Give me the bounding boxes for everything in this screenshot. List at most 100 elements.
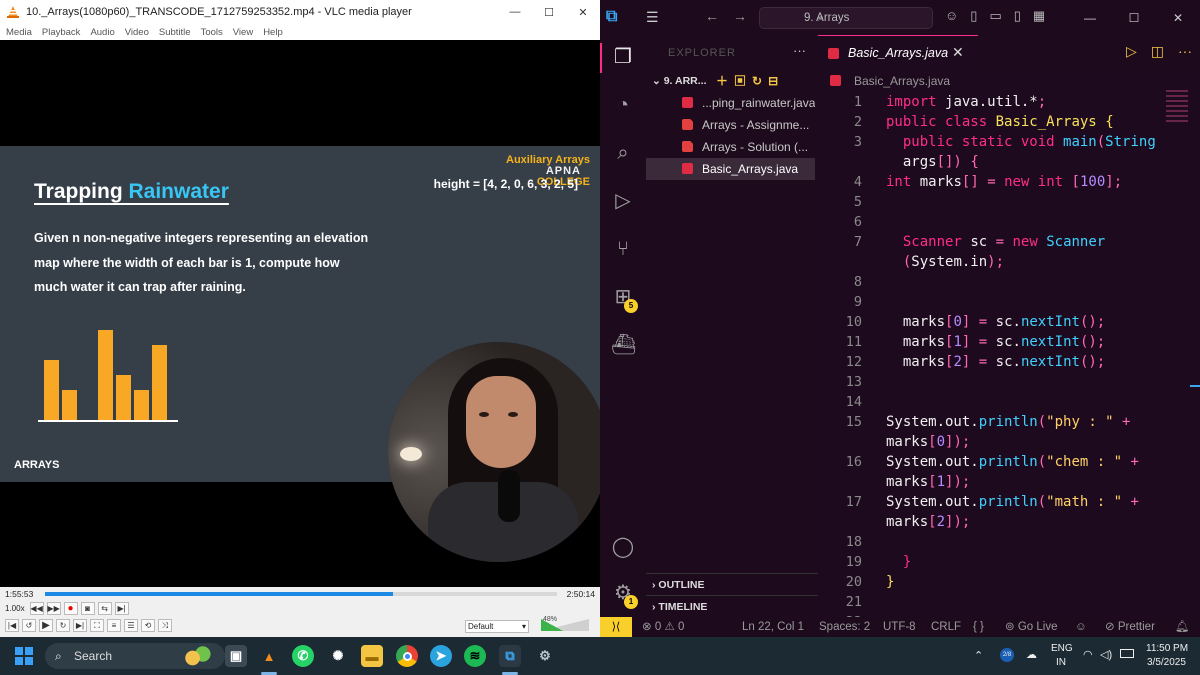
end-of-line[interactable]: CRLF	[931, 617, 961, 637]
prettier-status[interactable]: ⊘ Prettier	[1105, 617, 1155, 637]
run-debug-icon[interactable]: ▷	[611, 189, 635, 213]
menu-audio[interactable]: Audio	[90, 27, 114, 38]
playback-speed[interactable]: 1.00x	[5, 604, 25, 613]
indentation[interactable]: Spaces: 2	[819, 617, 870, 637]
language-mode[interactable]: { }	[973, 617, 984, 637]
vscode-minimize-icon[interactable]: —	[1068, 0, 1112, 35]
folder-row[interactable]: ⌄ 9. ARR... ＋▣↻⊟	[646, 70, 818, 92]
command-center-search[interactable]: ⌕ 9. Arrays	[759, 7, 933, 29]
record-icon[interactable]: ●	[63, 602, 78, 615]
docker-icon[interactable]: ⛴	[611, 333, 636, 357]
clock-time[interactable]: 11:50 PM	[1146, 643, 1188, 654]
explorer-icon[interactable]: ❐	[611, 45, 635, 69]
jump-forward-icon[interactable]: ↻	[56, 619, 70, 632]
snapshot-icon[interactable]: ◙	[80, 602, 95, 615]
chrome-icon[interactable]	[396, 645, 418, 667]
toggle-panel-icon[interactable]: ▭	[989, 8, 1001, 24]
previous-icon[interactable]: |◀	[5, 619, 19, 632]
notifications-icon[interactable]: 🔔︎	[1175, 617, 1190, 637]
problems-indicator[interactable]: ⊗ 0 ⚠ 0	[642, 617, 684, 637]
outline-section[interactable]: › OUTLINE	[646, 573, 818, 595]
vlc-taskbar-icon[interactable]: ▲	[258, 645, 280, 667]
refresh-icon[interactable]: ↻	[752, 74, 768, 88]
code-editor[interactable]: import java.util.*; public class Basic_A…	[818, 92, 1200, 630]
more-actions-icon[interactable]: ···	[793, 43, 806, 58]
close-tab-icon[interactable]: ✕	[952, 44, 964, 61]
file-explorer-icon[interactable]: ▬	[361, 645, 383, 667]
wifi-icon[interactable]: ◠	[1083, 648, 1093, 661]
more-actions-icon[interactable]: ···	[1178, 43, 1192, 60]
windows-start-icon[interactable]	[15, 647, 33, 665]
tray-app2-icon[interactable]: ☁	[1026, 648, 1037, 661]
loop-icon[interactable]: ⟲	[141, 619, 155, 632]
vscode-maximize-icon[interactable]: ☐	[1112, 0, 1156, 35]
copilot-icon[interactable]: ☺	[945, 8, 958, 24]
speaker-icon[interactable]: ◁)	[1100, 648, 1112, 661]
menu-media[interactable]: Media	[6, 27, 32, 38]
menu-subtitle[interactable]: Subtitle	[159, 27, 191, 38]
minimize-icon[interactable]: —	[498, 0, 532, 24]
remote-indicator-icon[interactable]: ⟩⟨	[600, 617, 632, 637]
encoding[interactable]: UTF-8	[883, 617, 916, 637]
menu-help[interactable]: Help	[263, 27, 283, 38]
collapse-all-icon[interactable]: ⊟	[768, 74, 784, 88]
task-view-icon[interactable]: ▣	[225, 645, 247, 667]
jump-back-icon[interactable]: ↺	[22, 619, 36, 632]
frame-back-icon[interactable]: ◀◀	[29, 602, 44, 615]
menu-hamburger-icon[interactable]: ☰	[646, 9, 659, 26]
customize-layout-icon[interactable]: ▦	[1033, 8, 1045, 24]
search-icon[interactable]: ⌕	[611, 141, 635, 165]
taskbar-search[interactable]: ⌕ Search	[45, 643, 225, 669]
vscode-taskbar-icon[interactable]: ⧉	[499, 645, 521, 667]
language-indicator[interactable]: ENG	[1051, 643, 1073, 654]
menu-view[interactable]: View	[233, 27, 253, 38]
frame-forward-icon[interactable]: ▶▶	[46, 602, 61, 615]
spotify-icon[interactable]: ≋	[464, 645, 486, 667]
new-file-icon[interactable]: ＋	[716, 74, 734, 88]
tray-chevron-up-icon[interactable]: ⌃	[974, 649, 983, 662]
seek-bar[interactable]	[45, 592, 557, 596]
playlist-icon[interactable]: ☰	[124, 619, 138, 632]
settings-taskbar-icon[interactable]: ⚙	[534, 645, 556, 667]
extended-settings-icon[interactable]: ≡	[107, 619, 121, 632]
account-icon[interactable]: ◯	[611, 535, 635, 559]
split-editor-icon[interactable]: ◫	[1151, 43, 1164, 60]
menu-tools[interactable]: Tools	[201, 27, 223, 38]
menu-video[interactable]: Video	[125, 27, 149, 38]
chatgpt-icon[interactable]: ✺	[327, 645, 349, 667]
loop-ab-icon[interactable]: ⇆	[97, 602, 112, 615]
edge-icon[interactable]: ◔	[611, 93, 635, 117]
volume-slider[interactable]: 48%	[541, 616, 591, 633]
fullscreen-icon[interactable]: ⛶	[90, 619, 104, 632]
frame-step-icon[interactable]: ▶|	[114, 602, 129, 615]
whatsapp-icon[interactable]: ✆	[292, 645, 314, 667]
source-control-icon[interactable]: ⑂	[611, 237, 635, 261]
aspect-dropdown[interactable]: Default	[465, 620, 529, 633]
run-icon[interactable]: ▷	[1126, 43, 1137, 60]
shuffle-icon[interactable]: ⤨	[158, 619, 172, 632]
close-icon[interactable]: ✕	[566, 0, 600, 24]
vscode-close-icon[interactable]: ✕	[1156, 0, 1200, 35]
battery-icon[interactable]	[1120, 649, 1134, 658]
maximize-icon[interactable]: ☐	[532, 0, 566, 24]
telegram-icon[interactable]: ➤	[430, 645, 452, 667]
file-item[interactable]: Arrays - Solution (...	[646, 136, 815, 158]
new-folder-icon[interactable]: ▣	[734, 74, 752, 88]
play-icon[interactable]: ▶	[39, 619, 53, 632]
cursor-position[interactable]: Ln 22, Col 1	[742, 617, 804, 637]
video-area[interactable]: Trapping Rainwater Auxiliary Arrays APNA…	[0, 40, 600, 587]
breadcrumb[interactable]: Basic_Arrays.java	[818, 70, 1200, 92]
file-item[interactable]: Arrays - Assignme...	[646, 114, 815, 136]
file-item-selected[interactable]: Basic_Arrays.java	[646, 158, 815, 180]
file-item[interactable]: ...ping_rainwater.java	[646, 92, 815, 114]
minimap[interactable]	[1166, 90, 1188, 160]
nav-back-forward-icon[interactable]: ←→	[705, 8, 761, 24]
next-icon[interactable]: ▶|	[73, 619, 87, 632]
menu-playback[interactable]: Playback	[42, 27, 81, 38]
go-live-button[interactable]: ⊚ Go Live	[1005, 617, 1057, 637]
toggle-primary-sidebar-icon[interactable]: ▯	[970, 8, 977, 24]
tray-app-icon[interactable]: 2/8	[1000, 648, 1014, 662]
toggle-secondary-sidebar-icon[interactable]: ▯	[1014, 8, 1021, 24]
copilot-status-icon[interactable]: ☺	[1075, 617, 1087, 637]
timeline-section[interactable]: › TIMELINE	[646, 595, 818, 617]
